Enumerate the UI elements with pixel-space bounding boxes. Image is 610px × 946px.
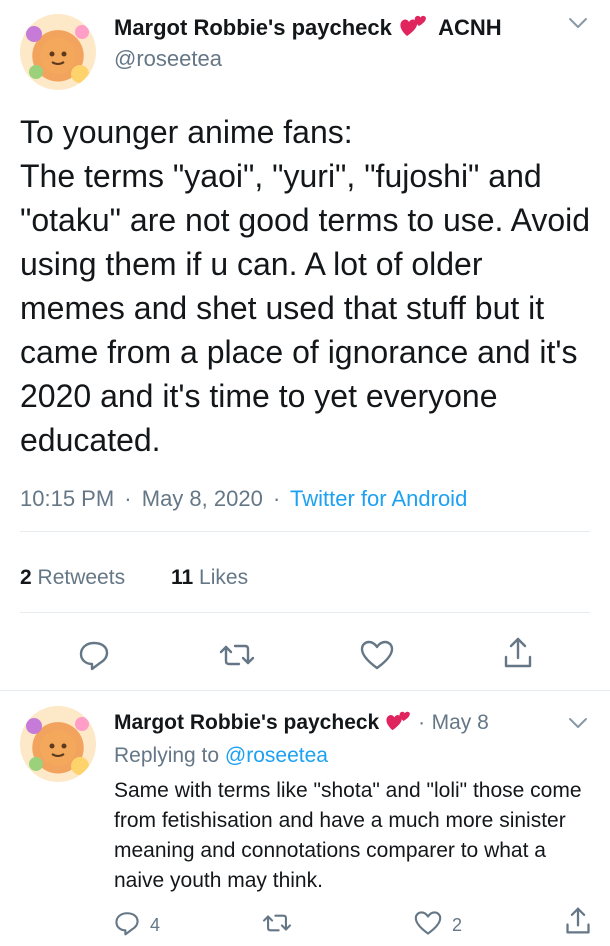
- likes-label: Likes: [199, 566, 249, 589]
- reply-icon: [114, 910, 140, 941]
- chevron-down-icon[interactable]: [568, 716, 588, 735]
- reply-action-like[interactable]: 2: [414, 910, 462, 941]
- divider: [0, 690, 610, 691]
- like-count: 2: [452, 915, 463, 935]
- like-icon: [414, 910, 442, 941]
- sparkling-heart-icon: [384, 710, 412, 737]
- sparkling-heart-icon: [398, 14, 428, 44]
- author-handle[interactable]: @roseetea: [114, 46, 222, 72]
- retweet-icon[interactable]: [219, 639, 255, 676]
- tweet-source-link[interactable]: Twitter for Android: [290, 486, 467, 511]
- retweets-label: Retweets: [37, 566, 126, 589]
- reply-display-name[interactable]: Margot Robbie's paycheck: [114, 711, 379, 734]
- reply-count: 4: [150, 915, 161, 935]
- reply-icon[interactable]: [78, 639, 110, 676]
- chevron-down-icon[interactable]: [568, 16, 588, 35]
- author-name-row[interactable]: Margot Robbie's paycheck ACNH: [114, 14, 502, 44]
- retweet-icon[interactable]: [262, 910, 292, 941]
- reply-avatar[interactable]: [20, 706, 96, 782]
- tweet-time: 10:15 PM: [20, 486, 115, 511]
- meta-separator: ·: [418, 711, 426, 734]
- reply-date[interactable]: May 8: [432, 711, 489, 734]
- reply-action-reply[interactable]: 4: [114, 910, 160, 941]
- like-icon[interactable]: [360, 639, 394, 676]
- likes-stat[interactable]: 11 Likes: [171, 566, 248, 590]
- tweet-meta: 10:15 PM · May 8, 2020 · Twitter for And…: [20, 486, 467, 512]
- retweets-stat[interactable]: 2 Retweets: [20, 566, 125, 590]
- author-display-name: Margot Robbie's paycheck: [114, 15, 392, 40]
- likes-count: 11: [171, 566, 194, 589]
- tweet-text: To younger anime fans: The terms "yaoi",…: [20, 114, 591, 458]
- retweets-count: 2: [20, 566, 32, 589]
- divider: [20, 612, 590, 613]
- divider: [20, 531, 590, 532]
- meta-separator: ·: [272, 486, 281, 511]
- share-icon[interactable]: [564, 906, 592, 941]
- meta-separator: ·: [124, 486, 132, 511]
- tweet-date: May 8, 2020: [141, 486, 263, 511]
- author-name-suffix: ACNH: [438, 15, 502, 40]
- reply-text: Same with terms like "shota" and "loli" …: [114, 779, 582, 892]
- replying-to-handle[interactable]: @roseetea: [225, 744, 328, 767]
- share-icon[interactable]: [502, 636, 534, 675]
- reply-header: Margot Robbie's paycheck · May 8: [114, 710, 489, 737]
- avatar[interactable]: [20, 14, 96, 90]
- replying-to-label: Replying to: [114, 744, 220, 767]
- replying-to: Replying to @roseetea: [114, 744, 328, 768]
